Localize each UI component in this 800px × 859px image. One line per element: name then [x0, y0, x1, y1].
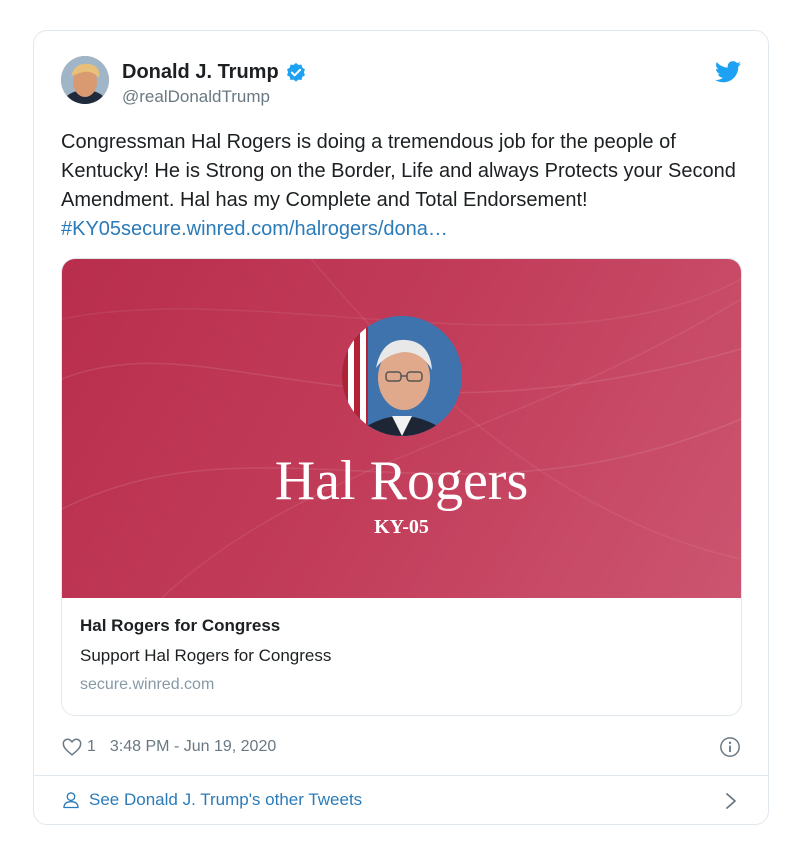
card-domain: secure.winred.com — [80, 676, 215, 693]
see-other-tweets-label[interactable]: See Donald J. Trump's other Tweets — [89, 790, 362, 810]
author-handle[interactable]: @realDonaldTrump — [122, 87, 270, 107]
card-body[interactable]: Hal Rogers for Congress Support Hal Roge… — [80, 616, 331, 694]
timestamp[interactable]: 3:48 PM - Jun 19, 2020 — [110, 738, 276, 756]
card-image-name: Hal Rogers — [274, 450, 529, 512]
tweet-meta: 1 3:48 PM - Jun 19, 2020 — [61, 736, 276, 758]
footer-divider — [34, 775, 768, 776]
author-avatar[interactable] — [61, 56, 109, 104]
card-image-district: KY-05 — [374, 516, 429, 538]
tweet-link[interactable]: #KY05secure.winred.com/halrogers/dona… — [61, 218, 448, 240]
verified-badge-icon — [286, 62, 305, 82]
tweet-text: Congressman Hal Rogers is doing a tremen… — [61, 128, 741, 244]
card-image[interactable]: Hal Rogers KY-05 — [62, 259, 741, 598]
author-name[interactable]: Donald J. Trump — [122, 61, 307, 84]
person-icon — [63, 792, 79, 809]
tweet-body: Congressman Hal Rogers is doing a tremen… — [61, 131, 736, 211]
chevron-right-icon[interactable] — [724, 791, 738, 811]
tweet-card: Donald J. Trump @realDonaldTrump Congres… — [33, 30, 769, 825]
twitter-bird-icon[interactable] — [715, 61, 741, 83]
info-icon[interactable] — [719, 736, 741, 758]
like-count[interactable]: 1 — [87, 738, 96, 756]
author-name-text[interactable]: Donald J. Trump — [122, 61, 279, 84]
heart-icon[interactable] — [61, 736, 83, 758]
see-other-tweets-link[interactable]: See Donald J. Trump's other Tweets — [61, 790, 362, 810]
card-title[interactable]: Hal Rogers for Congress — [80, 616, 331, 636]
candidate-portrait — [342, 316, 462, 436]
link-preview-card[interactable]: Hal Rogers KY-05 Hal Rogers for Congress… — [61, 258, 742, 716]
card-description: Support Hal Rogers for Congress — [80, 646, 332, 665]
